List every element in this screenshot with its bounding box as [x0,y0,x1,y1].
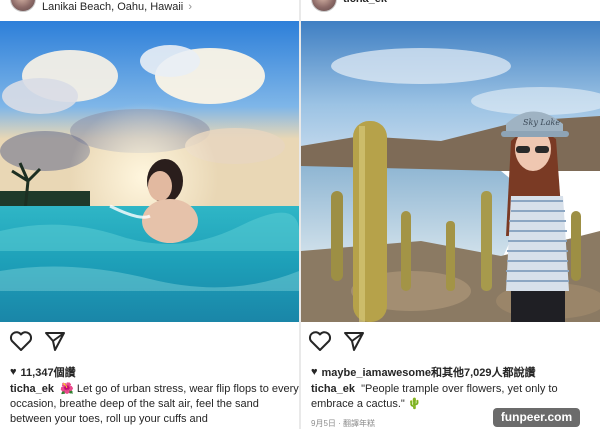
cactus-photo-image: Sky Lake [301,21,600,322]
post-caption: ticha_ek 🌺 Let go of urban stress, wear … [10,382,299,427]
small-heart-icon: ♥ [10,366,17,378]
post-right: ticha_ek [301,0,600,429]
post-left: Lanikai Beach, Oahu, Hawaii › ♥ 11,347個讚… [0,0,299,429]
likes-text: maybe_iamawesome和其他7,029人都說讚 [321,367,536,379]
caption-username[interactable]: ticha_ek [311,383,355,395]
share-icon[interactable] [341,328,367,354]
avatar[interactable] [10,0,36,12]
chevron-right-icon: › [188,1,192,13]
likes-count[interactable]: ♥ 11,347個讚 [10,364,76,380]
post-header: Lanikai Beach, Oahu, Hawaii › [0,0,299,21]
post-header: ticha_ek [301,0,600,21]
heart-icon[interactable] [307,328,333,354]
location-link[interactable]: Lanikai Beach, Oahu, Hawaii › [42,1,192,13]
post-actions [301,328,600,354]
beach-photo-image [0,21,299,322]
caption-emoji: 🌺 [60,383,74,395]
cap-logo: Sky Lake [523,118,560,127]
share-icon[interactable] [42,328,68,354]
post-actions [0,328,299,354]
location-text: Lanikai Beach, Oahu, Hawaii [42,1,184,13]
small-heart-icon: ♥ [311,366,318,378]
post-photo-cactus[interactable]: Sky Lake [301,21,600,322]
likes-text: 11,347個讚 [20,367,76,379]
avatar[interactable] [311,0,337,12]
post-photo-beach[interactable] [0,21,299,322]
watermark-badge: funpeer.com [493,408,580,427]
caption-username[interactable]: ticha_ek [10,383,54,395]
likes-count[interactable]: ♥ maybe_iamawesome和其他7,029人都說讚 [311,364,536,380]
post-date: 9月5日 · 翻譯年糕 [311,419,376,428]
heart-icon[interactable] [8,328,34,354]
post-username[interactable]: ticha_ek [343,0,387,5]
caption-emoji: 🌵 [407,398,422,410]
